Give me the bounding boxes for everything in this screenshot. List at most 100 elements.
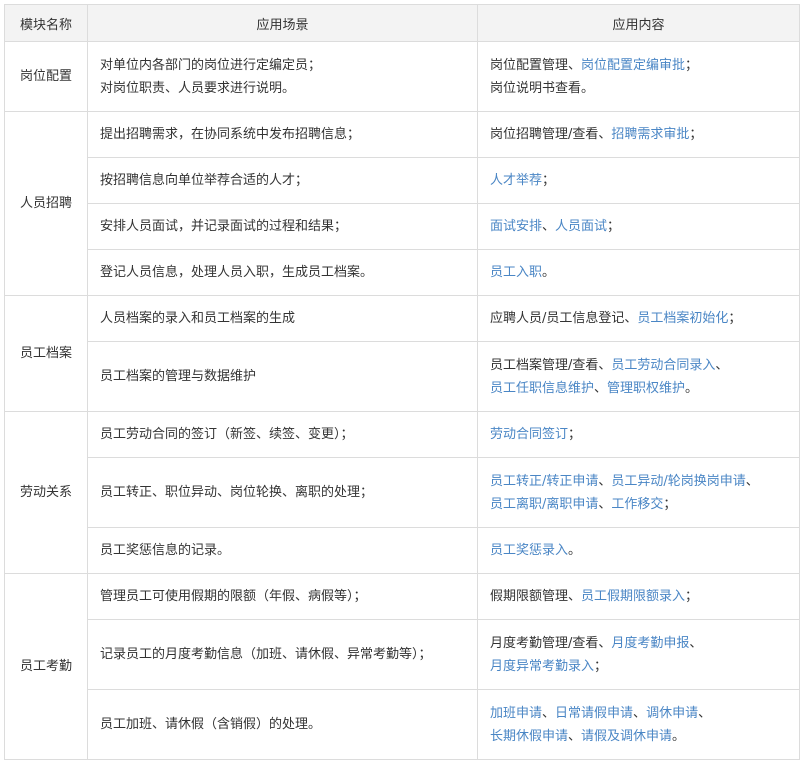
function-link[interactable]: 月度异常考勤录入 — [490, 659, 594, 674]
content-line: 加班申请、日常请假申请、调休申请、 — [490, 702, 787, 725]
function-link[interactable]: 员工假期限额录入 — [581, 589, 685, 604]
content-text: ； — [542, 173, 556, 188]
content-text: 应聘人员/员工信息登记、 — [490, 311, 638, 326]
table-row: 岗位配置 对单位内各部门的岗位进行定编定员； 对岗位职责、人员要求进行说明。 岗位配置… — [4, 41, 800, 112]
scene-cell: 对单位内各部门的岗位进行定编定员； 对岗位职责、人员要求进行说明。 — [87, 41, 478, 112]
scene-cell: 登记人员信息，处理人员入职，生成员工档案。 — [87, 249, 478, 296]
content-text: ； — [594, 658, 608, 674]
table-row: 员工转正、职位异动、岗位轮换、离职的处理； 员工转正/转正申请 、员工异动/轮岗换岗… — [5, 457, 800, 528]
scene-line: 登记人员信息，处理人员入职，生成员工档案。 — [100, 265, 374, 280]
table-row: 劳动关系 员工劳动合同的签订（新签、续签、变更）； 劳动合同签订； — [4, 411, 800, 574]
module-name-cell: 员工考勤 — [4, 573, 88, 760]
function-link[interactable]: 日常请假申请 — [555, 706, 633, 721]
function-link[interactable]: 面试安排 — [490, 219, 542, 234]
content-cell: 员工入职。 — [477, 249, 800, 296]
module-name-cell: 岗位配置 — [4, 41, 88, 112]
function-link[interactable]: 岗位配置定编审批 — [581, 58, 685, 73]
module-name-cell: 人员招聘 — [4, 111, 88, 296]
content-cell: 岗位配置管理、岗位配置定编审批； 岗位说明书查看。 — [477, 41, 800, 112]
function-link[interactable]: 员工离职/离职申请 — [490, 497, 598, 512]
scene-line: 员工加班、请休假（含销假）的处理。 — [100, 717, 322, 732]
content-line: 员工档案管理/查看、员工劳动合同录入、 — [490, 354, 787, 377]
content-text: ； — [607, 219, 621, 234]
table-row: 登记人员信息，处理人员入职，生成员工档案。 员工入职。 — [5, 249, 800, 296]
scene-cell: 员工奖惩信息的记录。 — [87, 527, 478, 574]
function-link[interactable]: 员工转正/转正申请 — [490, 474, 598, 489]
content-text: 岗位招聘管理/查看、 — [490, 127, 612, 142]
content-text: 岗位说明书查看。 — [490, 80, 595, 96]
content-line: 应聘人员/员工信息登记、员工档案初始化； — [490, 307, 787, 330]
content-text: 、 — [594, 380, 608, 396]
content-text: 、 — [542, 705, 556, 721]
content-text: 、 — [542, 219, 556, 234]
content-line: 假期限额管理、员工假期限额录入； — [490, 585, 787, 608]
content-line: 月度异常考勤录入； — [490, 655, 787, 678]
function-link[interactable]: 工作移交 — [611, 497, 663, 512]
header-row: 模块名称 应用场景 应用内容 — [4, 4, 800, 42]
content-text: 岗位配置管理、 — [490, 57, 582, 73]
scene-line: 提出招聘需求，在协同系统中发布招聘信息； — [100, 127, 361, 142]
content-text: 。 — [685, 380, 699, 396]
content-cell: 假期限额管理、员工假期限额录入； — [477, 573, 800, 620]
scene-line: 员工转正、职位异动、岗位轮换、离职的处理； — [100, 485, 374, 500]
content-text: ； — [685, 57, 699, 73]
content-text: 。 — [672, 728, 686, 744]
function-link[interactable]: 请假及调休申请 — [581, 729, 672, 744]
content-text: ； — [689, 127, 703, 142]
scene-line: 记录员工的月度考勤信息（加班、请休假、异常考勤等）； — [100, 647, 432, 662]
module-name-cell: 员工档案 — [4, 295, 88, 412]
content-cell: 员工奖惩录入。 — [477, 527, 800, 574]
content-cell: 月度考勤管理/查看、月度考勤申报、 月度异常考勤录入； — [477, 619, 800, 690]
content-cell: 应聘人员/员工信息登记、员工档案初始化； — [477, 295, 800, 342]
table-row: 员工档案 人员档案的录入和员工档案的生成 应聘人员/员工信息登记、员工档案初始化； — [4, 295, 800, 412]
scene-line: 员工劳动合同的签订（新签、续签、变更）； — [100, 427, 354, 442]
scene-line: 管理员工可使用假期的限额（年假、病假等）； — [100, 589, 367, 604]
scene-line: 人员档案的录入和员工档案的生成 — [100, 311, 296, 326]
scene-cell: 人员档案的录入和员工档案的生成 — [87, 295, 478, 342]
function-link[interactable]: 招聘需求审批 — [611, 127, 689, 142]
function-link[interactable]: 员工档案初始化 — [637, 311, 728, 326]
scene-cell: 安排人员面试，并记录面试的过程和结果； — [87, 203, 478, 250]
scene-cell: 按招聘信息向单位举荐合适的人才； — [87, 157, 478, 204]
function-link[interactable]: 员工入职 — [490, 265, 542, 280]
scene-line: 员工档案的管理与数据维护 — [100, 369, 257, 384]
function-link[interactable]: 长期休假申请 — [490, 729, 568, 744]
content-text: 、 — [745, 473, 759, 489]
function-link[interactable]: 劳动合同签订 — [490, 427, 568, 442]
table-body: 岗位配置 对单位内各部门的岗位进行定编定员； 对岗位职责、人员要求进行说明。 岗位配置… — [4, 41, 800, 760]
table-row: 人员招聘 提出招聘需求，在协同系统中发布招聘信息； 岗位招聘管理/查看、招聘需求审批… — [4, 111, 800, 296]
function-link[interactable]: 加班申请 — [490, 706, 542, 721]
table-row: 安排人员面试，并记录面试的过程和结果； 面试安排、人员面试； — [5, 203, 800, 250]
scene-cell: 员工转正、职位异动、岗位轮换、离职的处理； — [87, 457, 478, 528]
function-link[interactable]: 员工奖惩录入 — [490, 543, 568, 558]
table-row: 记录员工的月度考勤信息（加班、请休假、异常考勤等）； 月度考勤管理/查看、月度考勤… — [5, 619, 800, 690]
content-text: 、 — [698, 705, 712, 721]
function-link[interactable]: 管理职权维护 — [607, 381, 685, 396]
function-link[interactable]: 人员面试 — [555, 219, 607, 234]
content-line: 面试安排、人员面试； — [490, 215, 787, 238]
function-link[interactable]: 调休申请 — [646, 706, 698, 721]
content-cell: 加班申请、日常请假申请、调休申请、 长期休假申请、请假及调休申请。 — [477, 689, 800, 760]
content-text: 月度考勤管理/查看、 — [490, 635, 612, 651]
content-line: 岗位招聘管理/查看、招聘需求审批； — [490, 123, 787, 146]
function-link[interactable]: 员工异动/轮岗换岗申请 — [611, 474, 745, 489]
function-link[interactable]: 人才举荐 — [490, 173, 542, 188]
function-link[interactable]: 员工任职信息维护 — [490, 381, 594, 396]
content-line: 员工转正/转正申请、员工异动/轮岗换岗申请、 — [490, 470, 787, 493]
content-cell: 面试安排、人员面试； — [477, 203, 800, 250]
content-line: 员工离职/离职申请、工作移交； — [490, 493, 787, 516]
content-line: 月度考勤管理/查看、月度考勤申报、 — [490, 632, 787, 655]
scene-cell: 提出招聘需求，在协同系统中发布招聘信息； — [87, 111, 478, 158]
table-row: 员工奖惩信息的记录。 员工奖惩录入。 — [5, 527, 800, 574]
function-link[interactable]: 月度考勤申报 — [611, 636, 689, 651]
scene-line: 对岗位职责、人员要求进行说明。 — [100, 80, 296, 96]
content-line: 员工奖惩录入。 — [490, 539, 787, 562]
content-cell: 员工档案管理/查看、员工劳动合同录入、员工任职信息维护、管理职权维护。 — [477, 341, 800, 412]
function-link[interactable]: 员工劳动合同录入 — [611, 358, 715, 373]
content-cell: 岗位招聘管理/查看、招聘需求审批； — [477, 111, 800, 158]
content-line: 长期休假申请、请假及调休申请。 — [490, 725, 787, 748]
content-line: 劳动合同签订； — [490, 423, 787, 446]
content-text: 、 — [568, 728, 582, 744]
scene-line: 安排人员面试，并记录面试的过程和结果； — [100, 219, 348, 234]
content-text: 、 — [633, 705, 647, 721]
